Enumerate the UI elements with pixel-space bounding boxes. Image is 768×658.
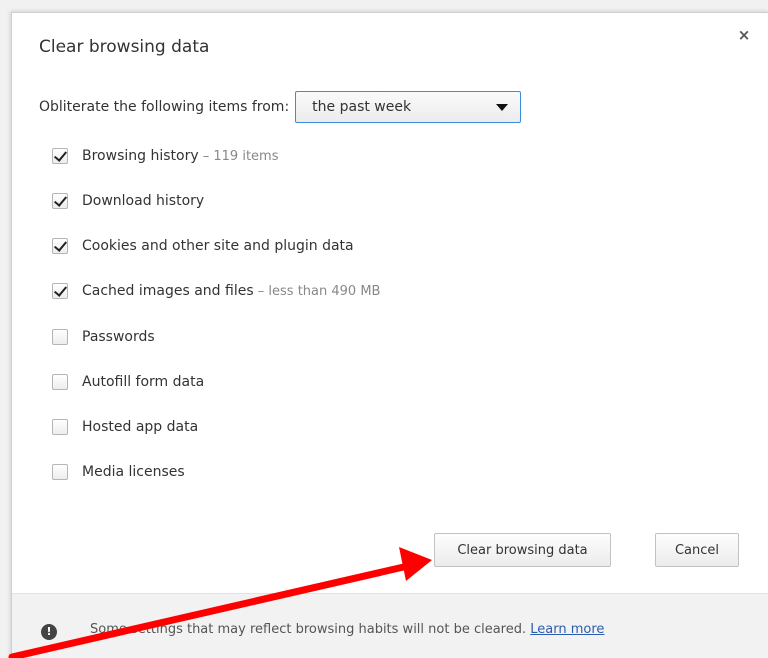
dialog-footer: ! Some settings that may reflect browsin… (12, 593, 768, 658)
checkbox-label: Media licenses (82, 464, 185, 480)
time-range-selected-value: the past week (312, 99, 412, 115)
checkbox-label: Browsing history – 119 items (82, 148, 279, 164)
checkbox-hosted-app-data[interactable]: Hosted app data (52, 414, 198, 440)
clear-browsing-data-button[interactable]: Clear browsing data (434, 533, 611, 567)
checkbox-label: Cookies and other site and plugin data (82, 238, 354, 254)
checkbox-download-history[interactable]: Download history (52, 188, 204, 214)
checkbox-box[interactable] (52, 283, 68, 299)
checkbox-label: Autofill form data (82, 374, 205, 390)
checkbox-autofill[interactable]: Autofill form data (52, 369, 204, 395)
checkbox-label: Hosted app data (82, 419, 199, 435)
checkbox-detail: – less than 490 MB (253, 284, 381, 299)
checkbox-cached-images[interactable]: Cached images and files – less than 490 … (52, 278, 380, 304)
clear-browsing-data-dialog: Clear browsing data × Obliterate the fol… (11, 12, 768, 658)
time-range-row: Obliterate the following items from: the… (39, 91, 522, 123)
footer-text: Some settings that may reflect browsing … (90, 622, 605, 637)
checkbox-label: Cached images and files – less than 490 … (82, 283, 381, 299)
cancel-button[interactable]: Cancel (655, 533, 739, 567)
close-icon[interactable]: × (734, 25, 754, 45)
background-strip-top (0, 0, 768, 12)
checkbox-box[interactable] (52, 193, 68, 209)
time-range-label: Obliterate the following items from: (39, 99, 290, 115)
info-icon: ! (41, 624, 57, 640)
checkbox-media-licenses[interactable]: Media licenses (52, 459, 185, 485)
checkbox-box[interactable] (52, 419, 68, 435)
checkbox-label: Download history (82, 193, 205, 209)
checkbox-box[interactable] (52, 329, 68, 345)
learn-more-link[interactable]: Learn more (530, 622, 604, 637)
checkbox-label: Passwords (82, 329, 155, 345)
checkbox-detail: – 119 items (198, 149, 279, 164)
checkbox-box[interactable] (52, 148, 68, 164)
time-range-select[interactable]: the past week (295, 91, 522, 123)
checkbox-box[interactable] (52, 238, 68, 254)
checkbox-box[interactable] (52, 374, 68, 390)
checkbox-box[interactable] (52, 464, 68, 480)
checkbox-cookies[interactable]: Cookies and other site and plugin data (52, 233, 354, 259)
checkbox-passwords[interactable]: Passwords (52, 324, 155, 350)
background-strip-left (0, 12, 11, 658)
dialog-title: Clear browsing data (39, 37, 210, 57)
dropdown-arrow-icon (496, 104, 509, 111)
checkbox-browsing-history[interactable]: Browsing history – 119 items (52, 143, 278, 169)
